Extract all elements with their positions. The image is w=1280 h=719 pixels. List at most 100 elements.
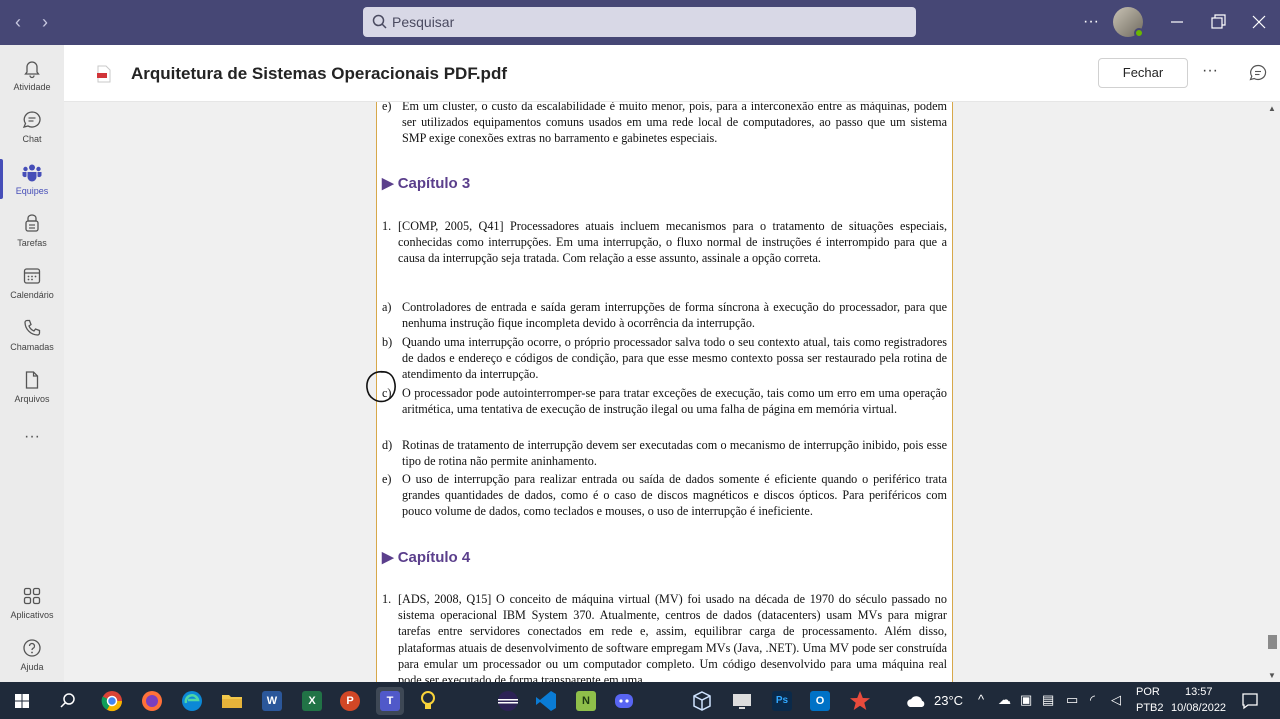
tray-app-icon-2[interactable]: ▤	[1042, 692, 1054, 708]
weather-temperature[interactable]: 23°C	[934, 693, 963, 708]
close-document-button[interactable]: Fechar	[1098, 58, 1188, 88]
rail-item-ajuda[interactable]: Ajuda	[0, 629, 64, 681]
option-marker: b)	[382, 335, 393, 349]
clock-date[interactable]: 10/08/2022	[1171, 702, 1226, 714]
virtualbox-app[interactable]	[688, 687, 716, 715]
back-arrow-icon[interactable]: ‹	[8, 10, 28, 34]
search-placeholder: Pesquisar	[392, 14, 455, 30]
edge-app[interactable]	[178, 687, 206, 715]
question-number: 1.	[382, 592, 392, 606]
rail-item-aplicativos[interactable]: Aplicativos	[0, 577, 64, 629]
excel-icon: X	[302, 691, 322, 711]
forward-arrow-icon[interactable]: ›	[35, 10, 55, 34]
rail-item-chat[interactable]: Chat	[0, 101, 64, 153]
rail-label: Equipes	[15, 186, 49, 196]
rail-item-calendario[interactable]: Calendário	[0, 257, 64, 309]
clock-time[interactable]: 13:57	[1185, 686, 1213, 698]
taskbar-search-button[interactable]	[54, 687, 82, 715]
keyboard-layout[interactable]: PTB2	[1136, 702, 1164, 714]
option-text: O uso de interrupção para realizar entra…	[402, 472, 947, 519]
search-icon	[372, 14, 387, 29]
scroll-thumb[interactable]	[1268, 635, 1277, 649]
star-app[interactable]	[846, 687, 874, 715]
volume-icon[interactable]: ◁	[1111, 692, 1121, 708]
onedrive-cloud-icon[interactable]: ☁	[998, 692, 1011, 708]
scroll-up-icon[interactable]: ▲	[1268, 104, 1276, 113]
rail-item-arquivos[interactable]: Arquivos	[0, 361, 64, 413]
rail-item-equipes[interactable]: Equipes	[0, 153, 64, 205]
star-icon	[850, 691, 870, 710]
powerpoint-app[interactable]: P	[336, 687, 364, 715]
option-marker: d)	[382, 438, 393, 452]
rail-item-chamadas[interactable]: Chamadas	[0, 309, 64, 361]
chat-icon	[22, 111, 41, 128]
edge-icon	[182, 691, 202, 711]
restore-icon	[1211, 14, 1226, 29]
teams-icon	[22, 164, 42, 182]
title-bar: ‹ › Pesquisar ···	[0, 0, 1280, 45]
vscode-app[interactable]	[532, 687, 560, 715]
document-header: Arquitetura de Sistemas Operacionais PDF…	[64, 45, 1280, 102]
question-text: [ADS, 2008, Q15] O conceito de máquina v…	[398, 592, 947, 682]
vscode-icon	[536, 691, 556, 711]
eclipse-icon	[498, 691, 518, 711]
scroll-down-icon[interactable]: ▼	[1268, 671, 1276, 680]
notepadpp-app[interactable]: N	[572, 687, 600, 715]
more-options-button[interactable]: ···	[1077, 8, 1105, 36]
presence-available-icon	[1134, 28, 1144, 38]
vertical-scrollbar[interactable]: ▲ ▼	[1265, 102, 1280, 682]
search-input[interactable]: Pesquisar	[363, 7, 916, 37]
word-icon: W	[262, 691, 282, 711]
firefox-icon	[142, 691, 162, 711]
excel-app[interactable]: X	[298, 687, 326, 715]
question-number: 1.	[382, 219, 392, 233]
answer-option-c: c) O processador pode autointerromper-se…	[382, 385, 947, 417]
input-language[interactable]: POR	[1136, 686, 1160, 698]
apps-icon	[23, 587, 41, 605]
chrome-app[interactable]	[98, 687, 126, 715]
lightbulb-app[interactable]	[414, 687, 442, 715]
conversation-icon[interactable]	[1248, 63, 1268, 83]
rail-item-atividade[interactable]: Atividade	[0, 49, 64, 101]
discord-icon	[615, 694, 633, 708]
pdf-viewer[interactable]: e) Em um cluster, o custo da escalabilid…	[64, 102, 1280, 682]
calendar-icon	[23, 268, 41, 284]
discord-app[interactable]	[610, 687, 638, 715]
notifications-icon[interactable]	[1240, 691, 1260, 711]
rail-label: Aplicativos	[10, 610, 54, 620]
minimize-icon	[1171, 21, 1183, 23]
chevron-up-icon[interactable]: ^	[978, 692, 984, 707]
chrome-icon	[101, 691, 123, 712]
close-window-button[interactable]	[1245, 8, 1273, 36]
rail-label: Atividade	[13, 82, 51, 92]
more-apps-button[interactable]: ···	[0, 425, 64, 449]
option-text: Em um cluster, o custo da escalabilidade…	[402, 102, 947, 146]
photoshop-app[interactable]: Ps	[768, 687, 796, 715]
help-icon	[23, 639, 41, 657]
option-text: Controladores de entrada e saída geram i…	[402, 300, 947, 331]
screen-app[interactable]	[728, 687, 756, 715]
powerpoint-icon: P	[340, 691, 360, 711]
bell-icon	[24, 61, 40, 79]
rail-item-tarefas[interactable]: Tarefas	[0, 205, 64, 257]
rail-label: Arquivos	[14, 394, 50, 404]
question: 1. [COMP, 2005, Q41] Processadores atuai…	[382, 218, 947, 267]
cube-icon	[693, 691, 711, 711]
tray-app-icon[interactable]: ▣	[1020, 692, 1032, 708]
start-button[interactable]	[8, 687, 36, 715]
teams-app[interactable]: T	[376, 687, 404, 715]
option-marker: e)	[382, 472, 392, 486]
avatar[interactable]	[1113, 7, 1144, 38]
maximize-button[interactable]	[1204, 8, 1232, 36]
eclipse-app[interactable]	[494, 687, 522, 715]
minimize-button[interactable]	[1163, 8, 1191, 36]
file-explorer-app[interactable]	[218, 687, 246, 715]
outlook-icon: O	[810, 691, 830, 711]
word-app[interactable]: W	[258, 687, 286, 715]
outlook-app[interactable]: O	[806, 687, 834, 715]
document-more-button[interactable]: ···	[1200, 58, 1220, 86]
pdf-file-icon	[97, 65, 111, 83]
firefox-app[interactable]	[138, 687, 166, 715]
battery-icon[interactable]: ▭	[1066, 692, 1078, 708]
wifi-icon[interactable]: ◜	[1090, 692, 1095, 708]
